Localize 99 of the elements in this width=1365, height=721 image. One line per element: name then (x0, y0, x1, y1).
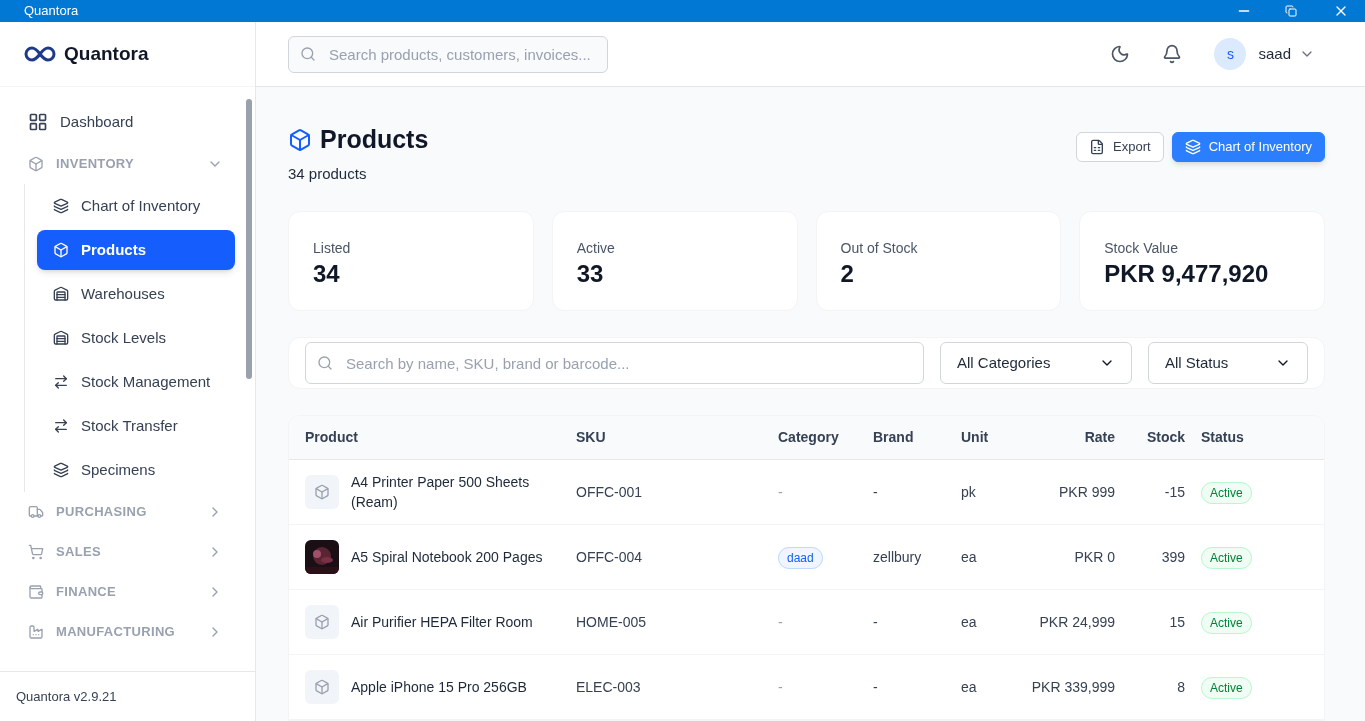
table-cell-text: ea (961, 547, 978, 567)
grid-icon (28, 112, 48, 132)
primary-button[interactable]: Chart of Inventory (1171, 132, 1325, 162)
status-badge: Active (1201, 481, 1252, 504)
table-cell-text: PKR 0 (1073, 547, 1116, 567)
stat-value: 33 (576, 259, 605, 289)
table-cell-text: 399 (1160, 547, 1186, 567)
scrollbar[interactable] (246, 99, 252, 379)
column-header[interactable]: Status (1201, 427, 1308, 448)
category-select[interactable]: All Categories (940, 342, 1132, 384)
box-icon (288, 127, 312, 152)
box-icon (53, 242, 69, 258)
sidebar-item[interactable]: Stock Transfer (37, 406, 235, 446)
brand-name: Quantora (64, 41, 149, 66)
restore-icon[interactable] (1285, 5, 1297, 17)
factory-icon (28, 624, 44, 640)
product-name: Apple iPhone 15 Pro 256GB (351, 678, 527, 697)
table-cell-text: - (873, 612, 879, 632)
sidebar-item[interactable]: Specimens (37, 450, 235, 490)
table-cell-text: -15 (1163, 482, 1186, 502)
box-icon (28, 156, 44, 172)
stat-value: 2 (840, 259, 855, 289)
status-badge: Active (1201, 611, 1252, 634)
stat-label: Active (576, 239, 616, 258)
layers-icon (53, 198, 69, 214)
table-cell-text: - (873, 482, 879, 502)
stat-value: PKR 9,477,920 (1104, 259, 1270, 289)
wallet-icon (28, 584, 44, 600)
warehouse-icon (53, 286, 69, 302)
table-cell-text: ELEC-003 (576, 677, 642, 697)
sidebar-item[interactable]: Dashboard (16, 100, 235, 144)
column-header[interactable]: Unit (961, 427, 1031, 448)
status-badge: Active (1201, 546, 1252, 569)
status-select[interactable]: All Status (1148, 342, 1308, 384)
box-icon (305, 605, 339, 639)
column-header[interactable]: SKU (576, 427, 778, 448)
stat-value: 34 (313, 259, 341, 289)
product-name: A4 Printer Paper 500 Sheets (Ream) (351, 473, 531, 512)
layers-icon (53, 462, 69, 478)
sidebar-item[interactable]: Warehouses (37, 274, 235, 314)
table-cell-text: OFFC-004 (576, 547, 644, 567)
table-cell: - (778, 483, 783, 500)
column-header[interactable]: Product (305, 427, 576, 448)
truck-icon (28, 504, 44, 520)
table-cell-text: PKR 999 (1057, 482, 1116, 502)
stat-label: Listed (313, 239, 352, 258)
table-cell-text: - (873, 677, 879, 697)
column-header[interactable]: Category (778, 427, 873, 448)
table-cell-text: pk (961, 482, 977, 502)
table-cell-text: 15 (1168, 612, 1186, 632)
user-name[interactable]: saad (1258, 42, 1291, 66)
table-cell-text: zellbury (873, 547, 923, 567)
layers-icon (1184, 139, 1201, 155)
page-title: Products (320, 124, 429, 155)
version-text: Quantora v2.9.21 (16, 687, 117, 706)
search-icon (300, 45, 316, 62)
box-icon (305, 670, 339, 704)
logo-icon (24, 45, 56, 63)
table-row[interactable]: A5 Spiral Notebook 200 Pages OFFC-004 daad zellbury ea PKR 0 399 Active (289, 525, 1324, 590)
global-search-field[interactable]: Search products, customers, invoices... (288, 35, 608, 73)
sidebar-item[interactable]: Stock Management (37, 362, 235, 402)
avatar[interactable]: s (1214, 38, 1247, 70)
table-cell-text: ea (961, 677, 978, 697)
status-badge: Active (1201, 676, 1252, 699)
product-count: 34 products (288, 163, 368, 184)
product-name: A5 Spiral Notebook 200 Pages (351, 548, 543, 567)
table-cell: - (778, 613, 783, 630)
sidebar-item[interactable]: Products (37, 230, 235, 270)
product-name: Air Purifier HEPA Filter Room (351, 613, 533, 632)
stat-label: Stock Value (1104, 239, 1179, 258)
cart-icon (28, 544, 44, 560)
stat-label: Out of Stock (840, 239, 919, 258)
box-icon (305, 475, 339, 509)
table-row[interactable]: Air Purifier HEPA Filter Room HOME-005 - - ea PKR 24,999 15 Active (289, 590, 1324, 655)
table-row[interactable]: Apple iPhone 15 Pro 256GB ELEC-003 - - ea PKR 339,999 8 Active (289, 655, 1324, 720)
table-cell-text: ea (961, 612, 978, 632)
category-tag: daad (778, 546, 823, 569)
sidebar-item[interactable]: Stock Levels (37, 318, 235, 358)
table-cell-text: PKR 339,999 (1031, 677, 1116, 697)
sidebar-item[interactable]: Chart of Inventory (37, 186, 235, 226)
table-cell-text: HOME-005 (576, 612, 648, 632)
column-header[interactable]: Brand (873, 427, 961, 448)
warehouse-icon (53, 330, 69, 346)
window-title: Quantora (23, 2, 79, 21)
notification-icon[interactable] (1162, 44, 1183, 64)
moon-icon[interactable] (1110, 44, 1131, 64)
table-cell-text: 8 (1176, 677, 1186, 697)
document-icon (1089, 139, 1106, 155)
arrows-icon (53, 374, 69, 390)
table-cell-text: OFFC-001 (576, 482, 644, 502)
column-header[interactable]: Rate (1031, 427, 1131, 448)
arrows-icon (53, 418, 69, 434)
column-header[interactable]: Stock (1131, 427, 1201, 448)
search-icon (317, 355, 333, 371)
table-cell-text: PKR 24,999 (1038, 612, 1116, 632)
export-button[interactable]: Export (1076, 132, 1164, 162)
table-cell: - (778, 678, 783, 695)
table-row[interactable]: A4 Printer Paper 500 Sheets (Ream) OFFC-001 - - pk PKR 999 -15 Active (289, 460, 1324, 525)
product-search-field[interactable]: Search by name, SKU, brand or barcode... (305, 342, 924, 384)
